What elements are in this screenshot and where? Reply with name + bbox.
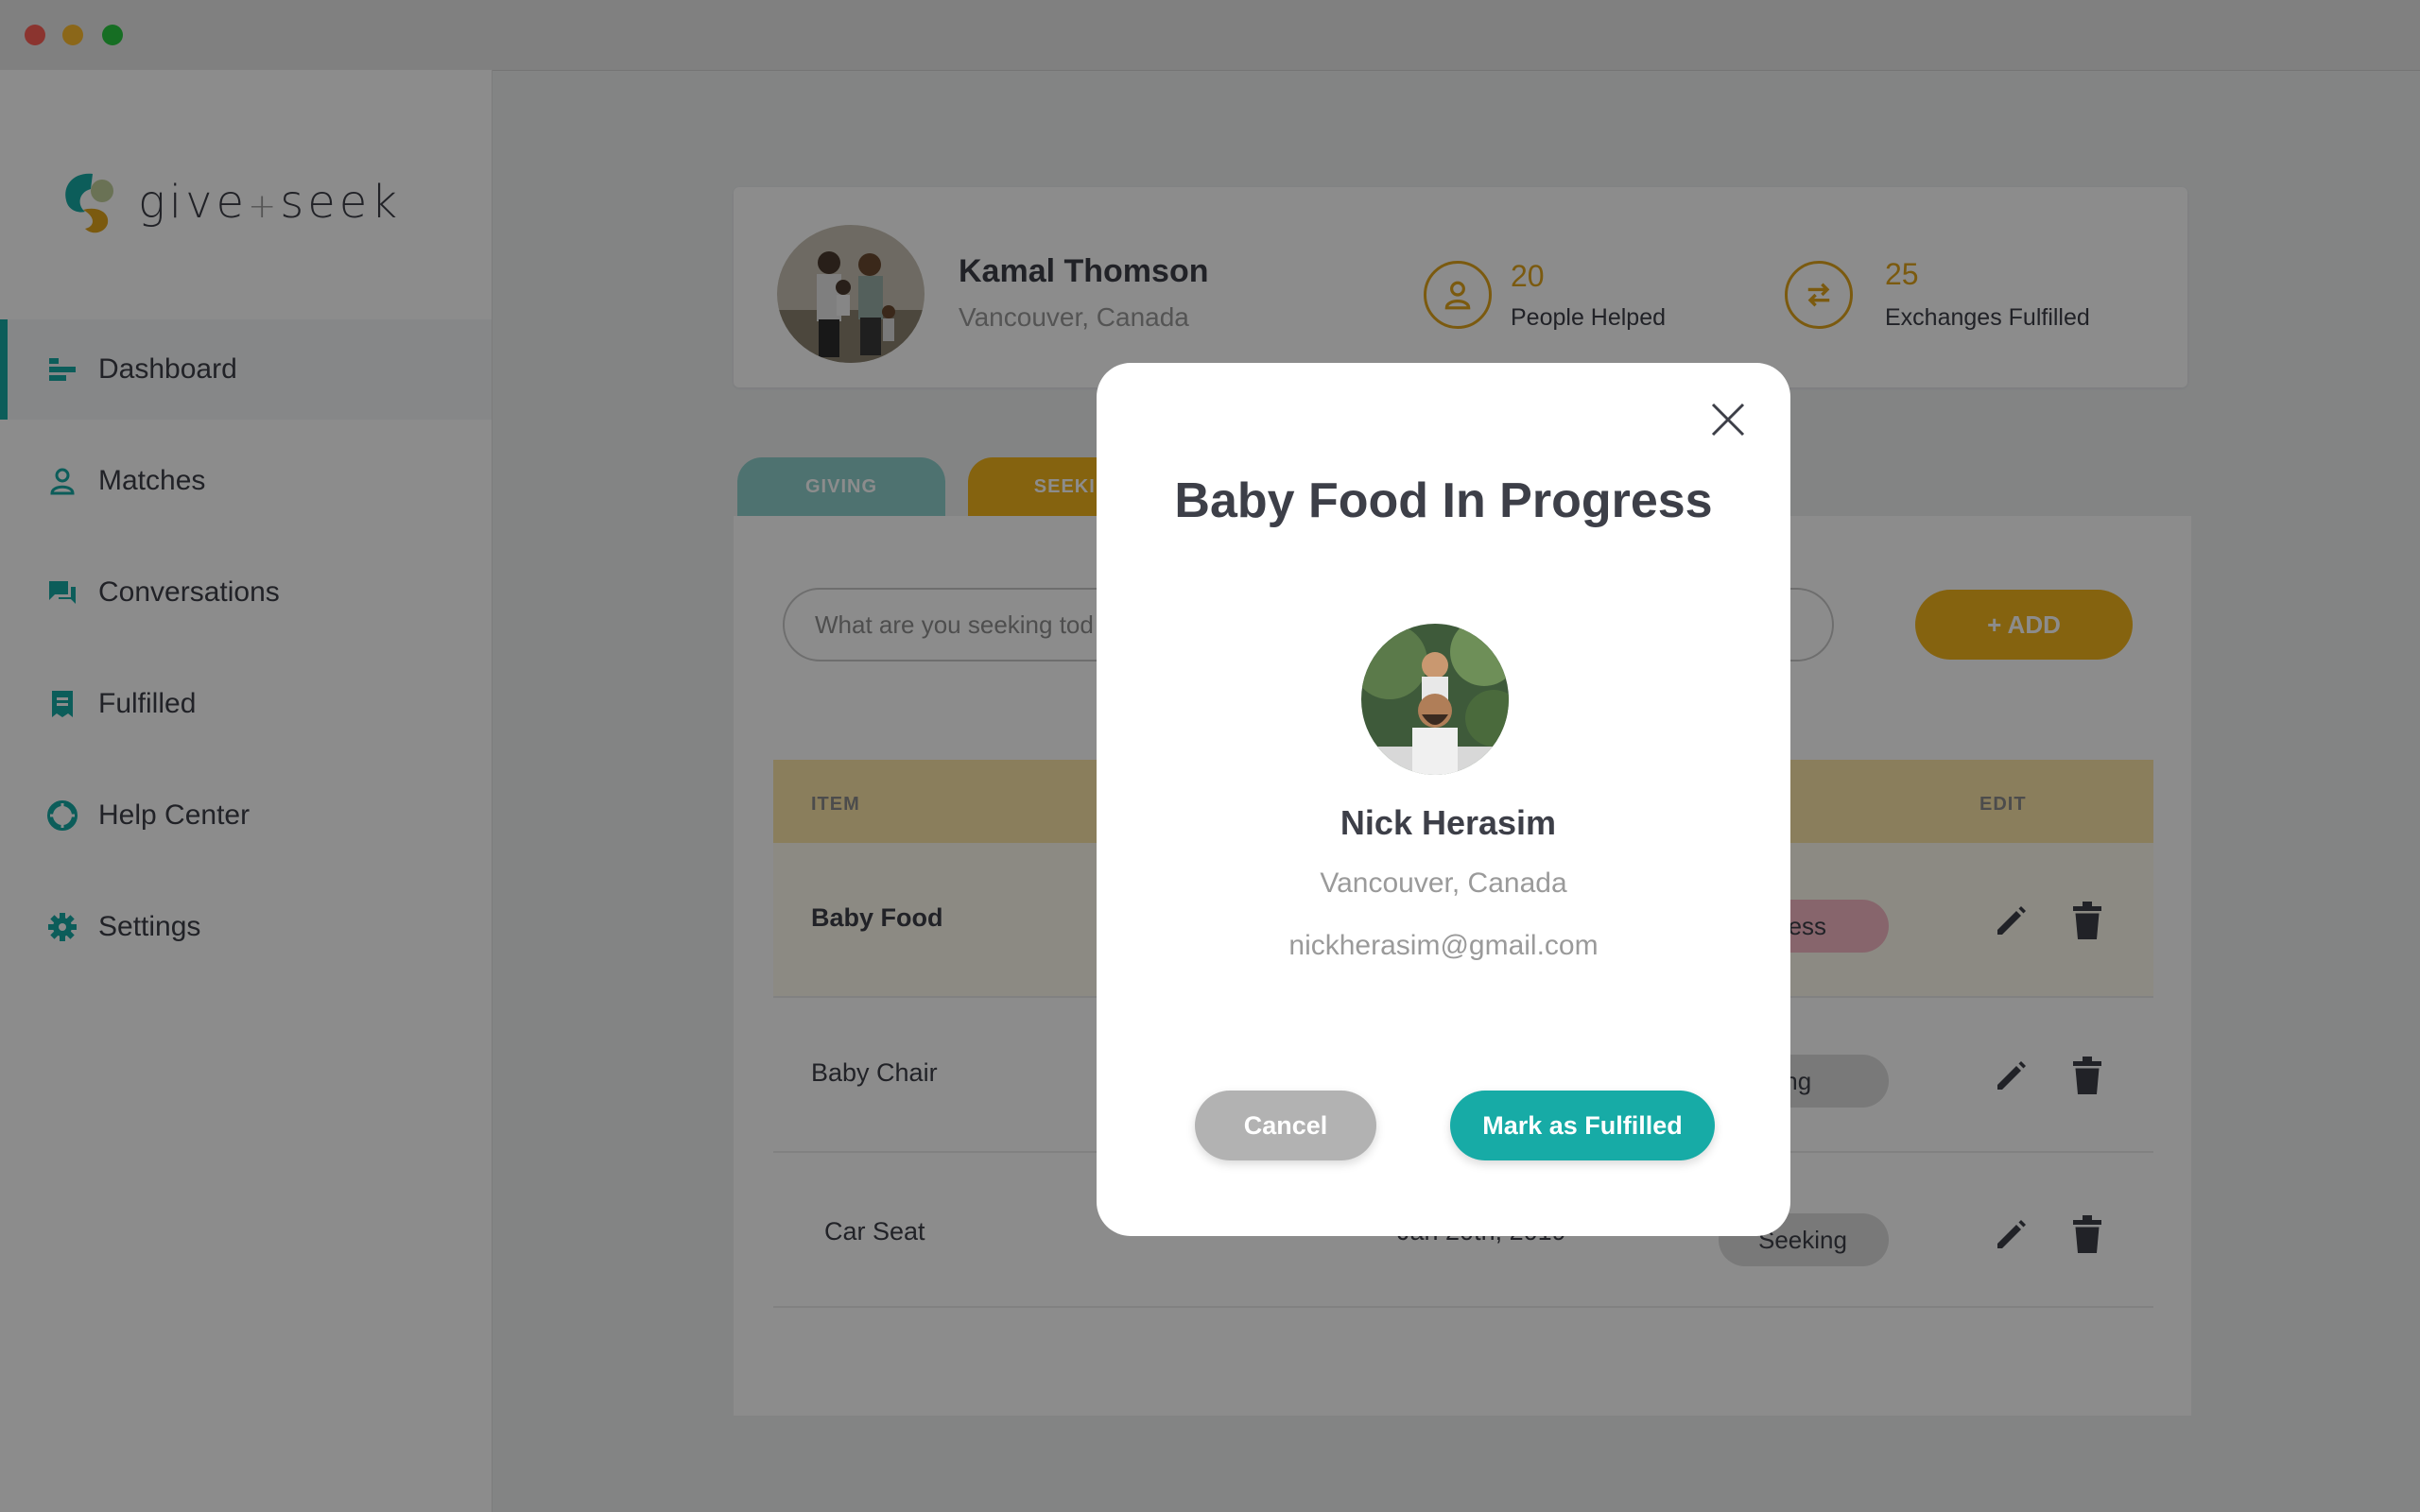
match-name: Nick Herasim (1340, 803, 1557, 842)
avatar (1361, 624, 1509, 775)
close-icon[interactable] (1707, 399, 1749, 440)
cancel-button[interactable]: Cancel (1195, 1091, 1376, 1160)
match-email[interactable]: nickherasim@gmail.com (1097, 930, 1790, 962)
app-window: give+seek Dashboard Matches Conversation… (0, 0, 2420, 1512)
modal-title: Baby Food In Progress (1174, 473, 1713, 528)
mark-as-fulfilled-button[interactable]: Mark as Fulfilled (1450, 1091, 1715, 1160)
match-location: Vancouver, Canada (1320, 868, 1567, 899)
